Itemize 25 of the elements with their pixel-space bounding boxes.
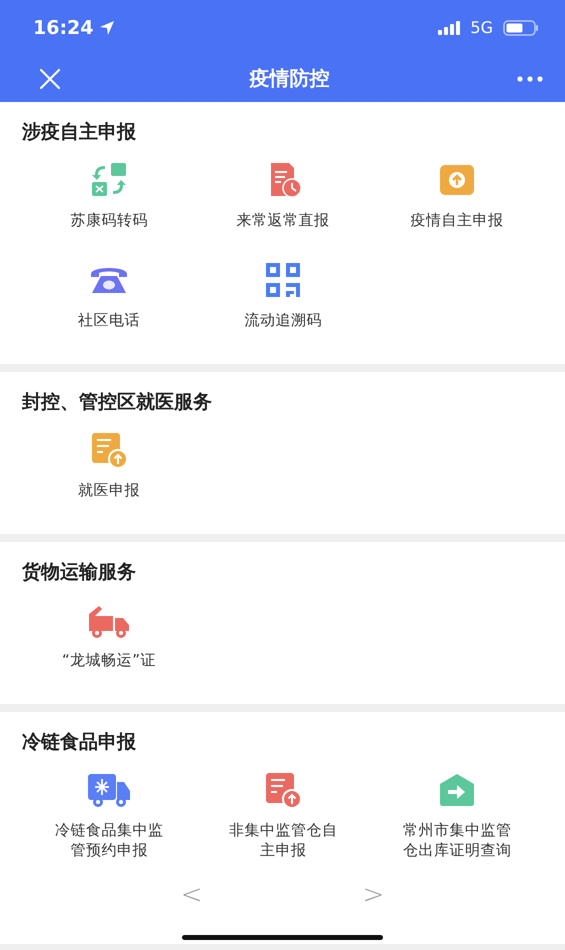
battery-icon — [503, 20, 539, 36]
document-upload-icon[interactable] — [263, 770, 303, 810]
page-title: 疫情防控 — [248, 65, 330, 92]
service-label[interactable]: 冷链食品集中监管预约申报 — [53, 820, 165, 860]
section-title: 封控、管控区就医服务 — [22, 390, 213, 415]
service-label[interactable]: 就医申报 — [53, 480, 165, 500]
signal-icon — [438, 20, 462, 34]
service-label[interactable]: 流动追溯码 — [227, 310, 339, 330]
more-icon[interactable] — [517, 76, 543, 82]
status-time: 16:24 — [33, 16, 94, 38]
service-label[interactable]: 常州市集中监管仓出库证明查询 — [401, 820, 513, 860]
service-label[interactable]: 非集中监管仓自主申报 — [227, 820, 339, 860]
section-title: 涉疫自主申报 — [22, 120, 137, 145]
network-label: 5G — [470, 18, 493, 37]
document-upload-icon[interactable] — [89, 430, 129, 470]
service-label[interactable]: 来常返常直报 — [227, 210, 339, 230]
location-arrow-icon — [99, 20, 116, 36]
section-title: 冷链食品申报 — [22, 730, 137, 755]
service-label[interactable]: 疫情自主申报 — [401, 210, 513, 230]
section-title: 货物运输服务 — [22, 560, 137, 585]
service-label[interactable]: 苏康码转码 — [53, 210, 165, 230]
qr-code-icon[interactable] — [263, 260, 303, 300]
service-label[interactable]: “龙城畅运”证 — [53, 650, 165, 670]
close-icon[interactable] — [38, 66, 62, 90]
service-label[interactable]: 社区电话 — [53, 310, 165, 330]
